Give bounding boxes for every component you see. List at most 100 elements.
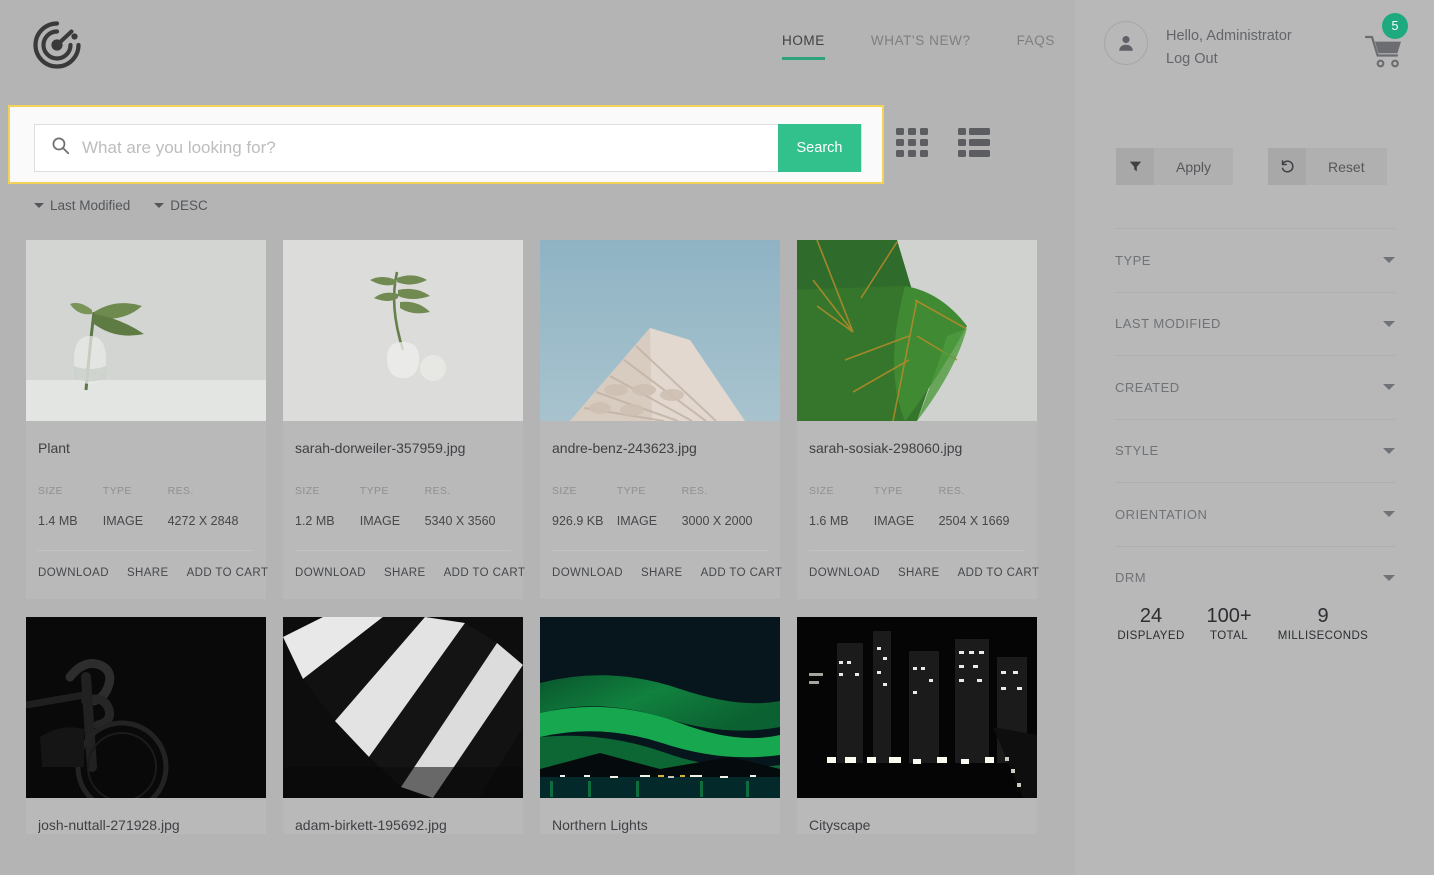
funnel-filter-icon [1116, 148, 1154, 185]
asset-thumbnail[interactable] [283, 617, 523, 798]
chevron-down-icon [1383, 574, 1395, 581]
asset-thumbnail[interactable] [283, 240, 523, 421]
asset-actions: DOWNLOAD SHARE ADD TO CART [540, 551, 783, 599]
search-box[interactable]: Search [34, 124, 862, 172]
user-text-block: Hello, Administrator Log Out [1166, 25, 1292, 71]
apply-filters-label: Apply [1176, 158, 1212, 175]
logout-link[interactable]: Log Out [1166, 48, 1292, 71]
sort-direction-label: DESC [170, 198, 208, 213]
nav-item-whats-new[interactable]: WHAT'S NEW? [871, 33, 971, 57]
reset-filters-button[interactable]: Reset [1268, 148, 1387, 185]
meta-value-resolution: 5340 X 3560 [424, 514, 496, 528]
stat-total: 100+ TOTAL [1190, 604, 1268, 642]
meta-label-resolution: RES. [167, 485, 194, 497]
radar-target-logo[interactable] [30, 18, 84, 72]
apply-filters-button[interactable]: Apply [1116, 148, 1234, 185]
filter-action-buttons: Apply Reset [1116, 148, 1387, 185]
asset-meta: SIZE 1.6 MB TYPE IMAGE RES. 2504 X 1669 [809, 485, 1025, 528]
asset-thumbnail[interactable] [540, 240, 780, 421]
meta-value-resolution: 3000 X 2000 [681, 514, 753, 528]
filter-section-last-modified[interactable]: LAST MODIFIED [1115, 291, 1395, 356]
user-greeting: Hello, Administrator [1166, 28, 1292, 44]
meta-label-type: TYPE [616, 485, 646, 497]
asset-card[interactable]: Cityscape [797, 617, 1037, 834]
asset-card[interactable]: andre-benz-243623.jpg SIZE 926.9 KB TYPE… [540, 240, 783, 599]
stat-displayed: 24 DISPLAYED [1112, 604, 1190, 642]
asset-thumbnail[interactable] [797, 617, 1037, 798]
grid-view-icon[interactable] [896, 128, 928, 163]
asset-card[interactable]: Northern Lights [540, 617, 780, 834]
share-action[interactable]: SHARE [384, 567, 426, 579]
stat-milliseconds-label: MILLISECONDS [1277, 630, 1369, 642]
list-view-icon[interactable] [958, 128, 990, 163]
stat-total-value: 100+ [1206, 605, 1252, 627]
asset-title[interactable]: sarah-sosiak-298060.jpg [809, 439, 1025, 457]
asset-title[interactable]: josh-nuttall-271928.jpg [38, 816, 254, 834]
asset-thumbnail[interactable] [26, 617, 266, 798]
meta-value-resolution: 4272 X 2848 [167, 514, 239, 528]
asset-actions: DOWNLOAD SHARE ADD TO CART [797, 551, 1040, 599]
download-action[interactable]: DOWNLOAD [552, 567, 623, 579]
share-action[interactable]: SHARE [641, 567, 683, 579]
download-action[interactable]: DOWNLOAD [295, 567, 366, 579]
search-icon [51, 136, 70, 160]
filter-section-type[interactable]: TYPE [1115, 228, 1395, 292]
nav-item-home[interactable]: HOME [782, 33, 825, 69]
filter-section-type-label: TYPE [1115, 252, 1151, 268]
asset-card[interactable]: sarah-dorweiler-357959.jpg SIZE 1.2 MB T… [283, 240, 526, 599]
sort-direction-dropdown[interactable]: DESC [154, 198, 208, 213]
sort-field-label: Last Modified [50, 198, 131, 213]
meta-label-type: TYPE [873, 485, 903, 497]
asset-actions: DOWNLOAD SHARE ADD TO CART [26, 551, 269, 599]
chevron-down-icon [1383, 447, 1395, 454]
main-nav: HOME WHAT'S NEW? FAQS [782, 33, 1055, 69]
asset-card[interactable]: sarah-sosiak-298060.jpg SIZE 1.6 MB TYPE… [797, 240, 1040, 599]
download-action[interactable]: DOWNLOAD [38, 567, 109, 579]
sort-controls: Last Modified DESC [34, 198, 208, 213]
filter-section-drm[interactable]: DRM [1115, 545, 1395, 610]
asset-card[interactable]: Plant SIZE 1.4 MB TYPE IMAGE RES. 4272 X… [26, 240, 269, 599]
add-to-cart-action[interactable]: ADD TO CART [958, 567, 1040, 579]
filter-section-orientation[interactable]: ORIENTATION [1115, 482, 1395, 546]
filter-panel: Apply Reset TYPE LAST MODIFIED CREATED S… [1075, 88, 1434, 875]
search-button[interactable]: Search [778, 124, 861, 172]
add-to-cart-action[interactable]: ADD TO CART [187, 567, 269, 579]
sort-field-dropdown[interactable]: Last Modified [34, 198, 130, 213]
filter-section-last-modified-label: LAST MODIFIED [1115, 316, 1221, 332]
meta-label-size: SIZE [809, 485, 834, 497]
filter-section-created[interactable]: CREATED [1115, 355, 1395, 419]
add-to-cart-action[interactable]: ADD TO CART [444, 567, 526, 579]
stat-milliseconds-value: 9 [1317, 605, 1329, 627]
asset-thumbnail[interactable] [540, 617, 780, 798]
asset-thumbnail[interactable] [26, 240, 266, 421]
asset-title[interactable]: Plant [38, 439, 254, 457]
add-to-cart-action[interactable]: ADD TO CART [701, 567, 783, 579]
download-action[interactable]: DOWNLOAD [809, 567, 880, 579]
search-input[interactable] [82, 125, 778, 171]
share-action[interactable]: SHARE [898, 567, 940, 579]
filter-section-style[interactable]: STYLE [1115, 418, 1395, 483]
meta-label-size: SIZE [295, 485, 320, 497]
filter-section-orientation-label: ORIENTATION [1115, 506, 1208, 522]
meta-label-type: TYPE [102, 485, 132, 497]
asset-title[interactable]: Northern Lights [552, 816, 768, 834]
asset-card[interactable]: adam-birkett-195692.jpg [283, 617, 523, 834]
avatar[interactable] [1104, 21, 1148, 65]
asset-title[interactable]: Cityscape [809, 816, 1025, 834]
meta-label-size: SIZE [552, 485, 577, 497]
asset-thumbnail[interactable] [797, 240, 1037, 421]
cart-count-badge: 5 [1382, 13, 1408, 39]
nav-item-faqs[interactable]: FAQS [1017, 33, 1055, 57]
stat-displayed-value: 24 [1139, 605, 1163, 627]
reset-filters-label: Reset [1328, 158, 1365, 175]
meta-label-size: SIZE [38, 485, 63, 497]
share-action[interactable]: SHARE [127, 567, 169, 579]
stat-milliseconds: 9 MILLISECONDS [1268, 604, 1378, 642]
meta-value-type: IMAGE [102, 514, 144, 528]
asset-title[interactable]: andre-benz-243623.jpg [552, 439, 768, 457]
meta-value-resolution: 2504 X 1669 [938, 514, 1010, 528]
asset-title[interactable]: sarah-dorweiler-357959.jpg [295, 439, 511, 457]
asset-title[interactable]: adam-birkett-195692.jpg [295, 816, 511, 834]
user-bar: Hello, Administrator Log Out 5 [1075, 0, 1434, 88]
asset-card[interactable]: josh-nuttall-271928.jpg [26, 617, 266, 834]
